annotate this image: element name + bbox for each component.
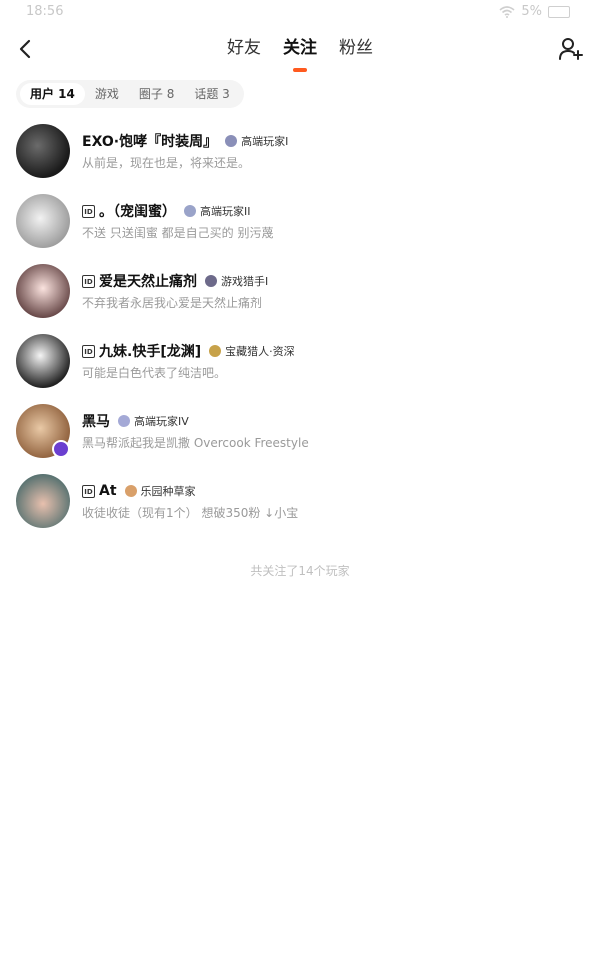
following-list: EXO·饱哮『时装周』 高端玩家I 从前是，现在也是，将来还是。 ID 。（宠闺… [0,116,600,536]
id-badge-icon: ID [82,204,95,218]
status-bar: 18:56 5% [0,0,600,26]
user-row[interactable]: EXO·饱哮『时装周』 高端玩家I 从前是，现在也是，将来还是。 [0,116,600,186]
id-badge-icon: ID [82,344,95,358]
avatar[interactable] [16,334,70,388]
user-name-line: ID 。（宠闺蜜） 高端玩家II [82,200,251,222]
tab-friends[interactable]: 好友 [227,26,261,74]
user-row[interactable]: 黑马 高端玩家IV 黑马帮派起我是凯撒 Overcook Freestyle [0,396,600,466]
filter-chip-users[interactable]: 用户 14 [20,83,85,105]
user-bio: 不送 只送闺蜜 都是自己买的 别污蔑 [82,226,274,240]
user-row[interactable]: ID 爱是天然止痛剂 游戏猎手I 不弃我者永居我心爱是天然止痛剂 [0,256,600,326]
tab-following[interactable]: 关注 [283,26,317,74]
user-name: 黑马 [82,414,110,430]
user-bio: 可能是白色代表了纯洁吧。 [82,366,227,380]
user-bio: 收徒收徒（现有1个） 想破350粉 ↓小宝 [82,506,299,520]
user-name-line: EXO·饱哮『时装周』 高端玩家I [82,130,288,152]
top-nav: 好友 关注 粉丝 [0,26,600,74]
user-bio: 黑马帮派起我是凯撒 Overcook Freestyle [82,436,309,450]
user-level: 宝藏猎人·资深 [225,345,295,358]
battery-icon [548,5,570,18]
avatar[interactable] [16,124,70,178]
active-tab-indicator [293,68,307,72]
add-user-icon[interactable] [558,36,584,62]
filter-chip-games[interactable]: 游戏 [85,83,129,105]
user-row[interactable]: ID 九妹.快手[龙渊] 宝藏猎人·资深 可能是白色代表了纯洁吧。 [0,326,600,396]
user-level: 游戏猎手I [221,275,269,288]
level-badge-icon [118,415,130,427]
user-name-line: ID 爱是天然止痛剂 游戏猎手I [82,270,268,292]
level-badge-icon [209,345,222,357]
avatar[interactable] [16,264,70,318]
user-name: 九妹.快手[龙渊] [99,344,202,360]
user-row[interactable]: ID 。（宠闺蜜） 高端玩家II 不送 只送闺蜜 都是自己买的 别污蔑 [0,186,600,256]
user-name: EXO·饱哮『时装周』 [82,134,218,150]
crown-badge-icon [52,440,70,458]
id-badge-icon: ID [82,274,95,288]
level-badge-icon [225,135,238,147]
status-time: 18:56 [26,4,64,19]
battery-percent: 5% [521,4,542,19]
level-badge-icon [205,275,217,287]
user-level: 高端玩家II [200,205,251,218]
user-name: 。（宠闺蜜） [99,204,176,220]
level-badge-icon [184,205,196,217]
user-bio: 不弃我者永居我心爱是天然止痛剂 [82,296,263,310]
user-level: 高端玩家I [241,135,289,148]
tab-bar: 好友 关注 粉丝 [0,26,600,74]
user-name-line: ID At 乐园种草家 [82,480,196,502]
avatar[interactable] [16,194,70,248]
filter-bar: 用户 14 游戏 圈子 8 话题 3 [16,80,244,108]
level-badge-icon [124,485,137,497]
user-name-line: ID 九妹.快手[龙渊] 宝藏猎人·资深 [82,340,295,362]
status-right: 5% [499,4,570,19]
tab-fans[interactable]: 粉丝 [339,26,373,74]
user-level: 高端玩家IV [134,415,189,428]
user-name: 爱是天然止痛剂 [99,274,197,290]
user-row[interactable]: ID At 乐园种草家 收徒收徒（现有1个） 想破350粉 ↓小宝 [0,466,600,536]
avatar[interactable] [16,474,70,528]
user-level: 乐园种草家 [140,485,196,498]
wifi-icon [499,5,515,18]
filter-chip-circles[interactable]: 圈子 8 [129,83,184,105]
user-name-line: 黑马 高端玩家IV [82,410,189,432]
user-bio: 从前是，现在也是，将来还是。 [82,156,251,170]
back-arrow-icon[interactable] [16,38,36,60]
id-badge-icon: ID [82,484,95,498]
user-name: At [99,483,117,499]
filter-chip-topics[interactable]: 话题 3 [184,83,239,105]
following-count-footer: 共关注了14个玩家 [250,564,350,578]
